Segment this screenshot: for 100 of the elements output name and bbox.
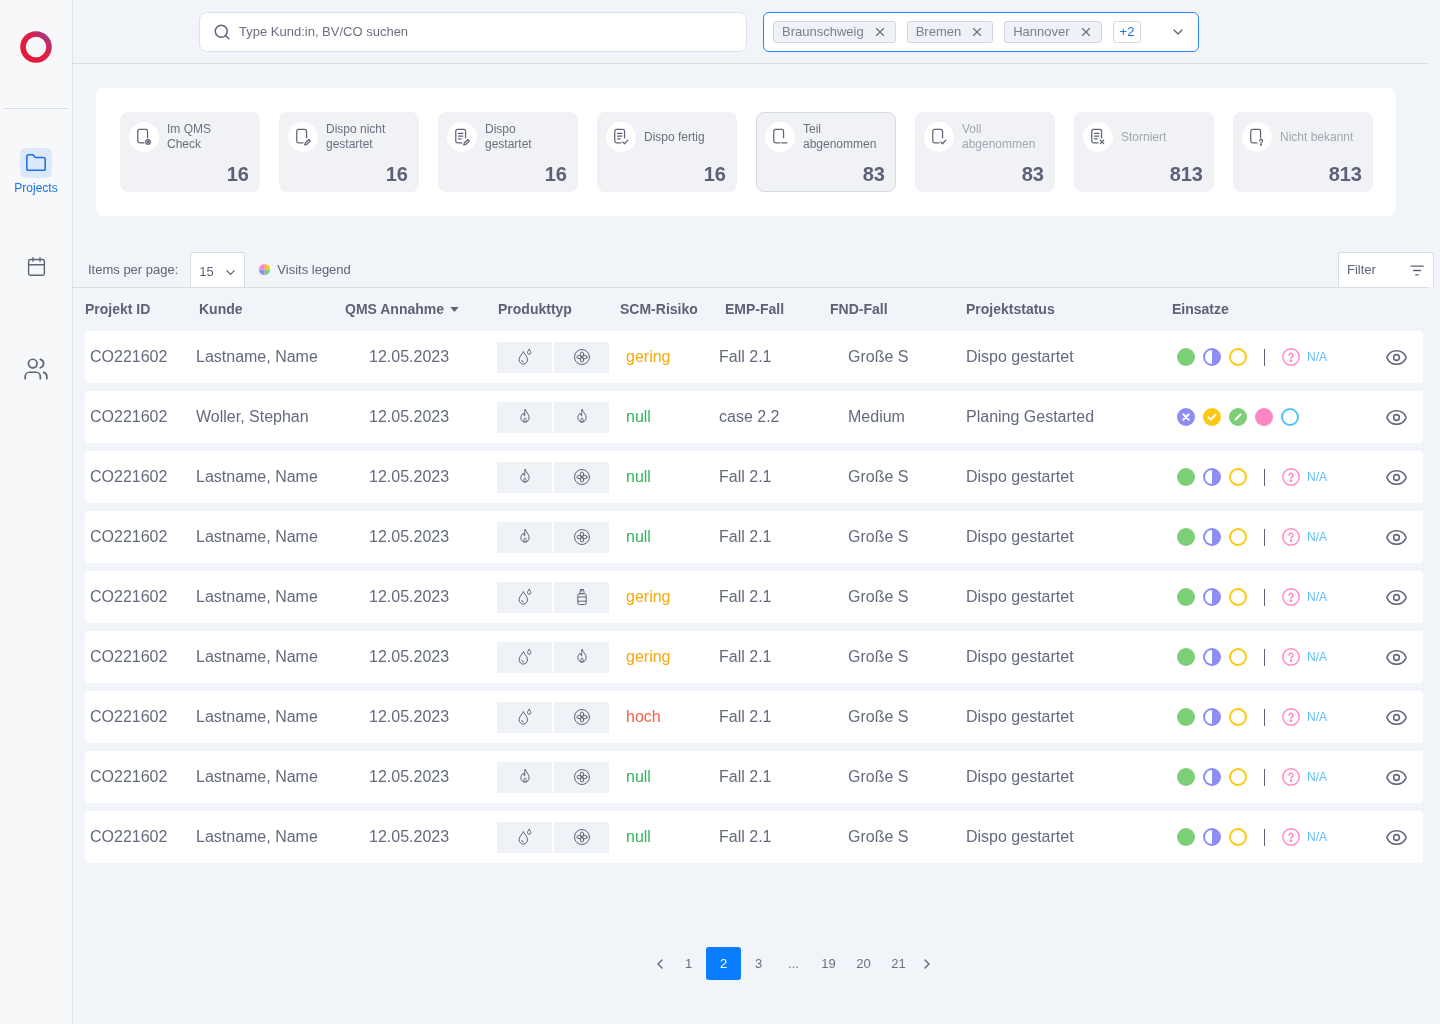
fnd-case: Große S [848, 588, 909, 605]
project-status: Dispo gestartet [966, 588, 1074, 605]
emp-case: Fall 2.1 [719, 828, 772, 845]
items-per-page-label: Items per page: [88, 260, 179, 279]
table-row[interactable]: CO221602 Lastname, Name 12.05.2023 null Fall 2.1 Große S Dispo gestartet N/A [85, 451, 1423, 503]
na-label: N/A [1307, 469, 1327, 486]
fan-icon [554, 461, 609, 493]
status-label: Dispo nicht gestartet [326, 122, 387, 152]
na-label: N/A [1307, 829, 1327, 846]
status-label: Teil abgenommen [803, 122, 878, 152]
na-label: N/A [1307, 349, 1327, 366]
status-label: Voll abgenommen [962, 122, 1037, 152]
question-circle-icon [1282, 348, 1300, 366]
page-button[interactable]: 1 [671, 947, 706, 980]
emp-case: Fall 2.1 [719, 528, 772, 545]
table-row[interactable]: CO221602 Lastname, Name 12.05.2023 gering Fall 2.1 Große S Dispo gestartet N/A [85, 631, 1423, 683]
column-header[interactable]: FND-Fall [830, 299, 888, 320]
column-header[interactable]: QMS Annahme [345, 299, 460, 320]
page-button[interactable]: 20 [846, 947, 881, 980]
gas-cylinder-icon [554, 581, 609, 613]
column-header[interactable]: Einsatze [1172, 299, 1229, 320]
document-eye-icon [129, 122, 159, 152]
column-header[interactable]: EMP-Fall [725, 299, 785, 320]
nav-item[interactable]: Projects [14, 148, 58, 196]
status-card[interactable]: Voll abgenommen 83 [915, 112, 1055, 192]
fnd-case: Medium [848, 408, 905, 425]
status-count: 16 [226, 162, 249, 187]
status-card[interactable]: Storniert 813 [1074, 112, 1214, 192]
acceptance-date: 12.05.2023 [369, 468, 450, 485]
fnd-case: Große S [848, 528, 909, 545]
fnd-case: Große S [848, 468, 909, 485]
status-label: Dispo fertig [644, 129, 705, 145]
column-header[interactable]: SCM-Risiko [620, 299, 698, 320]
flame-icon [497, 401, 552, 433]
customer-name: Lastname, Name [196, 528, 318, 545]
project-id: CO221602 [90, 408, 168, 425]
column-header[interactable]: Projekt ID [85, 299, 151, 320]
status-card[interactable]: Im QMS Check 16 [120, 112, 260, 192]
status-card[interactable]: Dispo gestartet 16 [438, 112, 578, 192]
question-circle-icon [1282, 708, 1300, 726]
filter-button[interactable]: Filter [1338, 252, 1434, 287]
location-filter-field[interactable]: Braunschweig Bremen Hannover +2 [763, 11, 1199, 52]
customer-name: Lastname, Name [196, 468, 318, 485]
flame-icon [554, 401, 609, 433]
column-header[interactable]: Projektstatus [966, 299, 1055, 320]
fan-icon [554, 521, 609, 553]
acceptance-date: 12.05.2023 [369, 588, 450, 605]
column-header[interactable]: Produkttyp [498, 299, 572, 320]
location-chip[interactable]: Braunschweig [773, 20, 896, 43]
acceptance-date: 12.05.2023 [369, 528, 450, 545]
table-row[interactable]: CO221602 Lastname, Name 12.05.2023 gering Fall 2.1 Große S Dispo gestartet N/A [85, 331, 1423, 383]
document-lines-x-icon [1083, 122, 1113, 152]
risk-level: gering [626, 348, 671, 365]
more-locations-count[interactable]: +2 [1112, 20, 1142, 43]
question-circle-icon [1282, 528, 1300, 546]
color-wheel-icon [259, 264, 271, 275]
risk-level: gering [626, 588, 671, 605]
page-button[interactable]: 2 [706, 947, 741, 980]
search-field[interactable]: Type Kund:in, BV/CO suchen [199, 11, 747, 52]
water-drops-icon [497, 581, 552, 613]
table-row[interactable]: CO221602 Lastname, Name 12.05.2023 null Fall 2.1 Große S Dispo gestartet N/A [85, 751, 1423, 803]
project-id: CO221602 [90, 348, 168, 365]
project-status: Dispo gestartet [966, 468, 1074, 485]
risk-level: null [626, 828, 651, 845]
flame-icon [497, 521, 552, 553]
status-count: 83 [1021, 162, 1044, 187]
page-button[interactable]: 3 [741, 947, 776, 980]
page-button[interactable]: ... [776, 947, 811, 980]
status-card[interactable]: Teil abgenommen 83 [756, 112, 896, 192]
page-button[interactable]: 19 [811, 947, 846, 980]
project-id: CO221602 [90, 708, 168, 725]
status-card[interactable]: Dispo fertig 16 [597, 112, 737, 192]
table-row[interactable]: CO221602 Lastname, Name 12.05.2023 hoch Fall 2.1 Große S Dispo gestartet N/A [85, 691, 1423, 743]
table-row[interactable]: CO221602 Lastname, Name 12.05.2023 gering Fall 2.1 Große S Dispo gestartet N/A [85, 571, 1423, 623]
visits-legend-button[interactable]: Visits legend [259, 259, 351, 280]
emp-case: Fall 2.1 [719, 468, 772, 485]
project-id: CO221602 [90, 648, 168, 665]
status-card[interactable]: Dispo nicht gestartet 16 [279, 112, 419, 192]
risk-level: null [626, 408, 651, 425]
fan-icon [554, 341, 609, 373]
table-row[interactable]: CO221602 Woller, Stephan 12.05.2023 null case 2.2 Medium Planing Gestarted [85, 391, 1423, 443]
filter-lines-icon [1410, 264, 1424, 276]
na-label: N/A [1307, 589, 1327, 606]
status-card[interactable]: Nicht bekannt 813 [1233, 112, 1373, 192]
status-count: 16 [703, 162, 726, 187]
table-row[interactable]: CO221602 Lastname, Name 12.05.2023 null Fall 2.1 Große S Dispo gestartet N/A [85, 811, 1423, 863]
status-label: Dispo gestartet [485, 122, 533, 152]
table-row[interactable]: CO221602 Lastname, Name 12.05.2023 null Fall 2.1 Große S Dispo gestartet N/A [85, 511, 1423, 563]
items-per-page-select[interactable]: 15 [190, 252, 246, 287]
fnd-case: Große S [848, 708, 909, 725]
page-button[interactable]: 21 [881, 947, 916, 980]
search-icon [213, 22, 231, 41]
location-chip[interactable]: Hannover [1004, 20, 1102, 43]
question-circle-icon [1282, 648, 1300, 666]
fnd-case: Große S [848, 828, 909, 845]
column-header[interactable]: Kunde [199, 299, 243, 320]
customer-name: Lastname, Name [196, 828, 318, 845]
status-count: 83 [862, 162, 885, 187]
acceptance-date: 12.05.2023 [369, 408, 450, 425]
location-chip[interactable]: Bremen [906, 20, 994, 43]
